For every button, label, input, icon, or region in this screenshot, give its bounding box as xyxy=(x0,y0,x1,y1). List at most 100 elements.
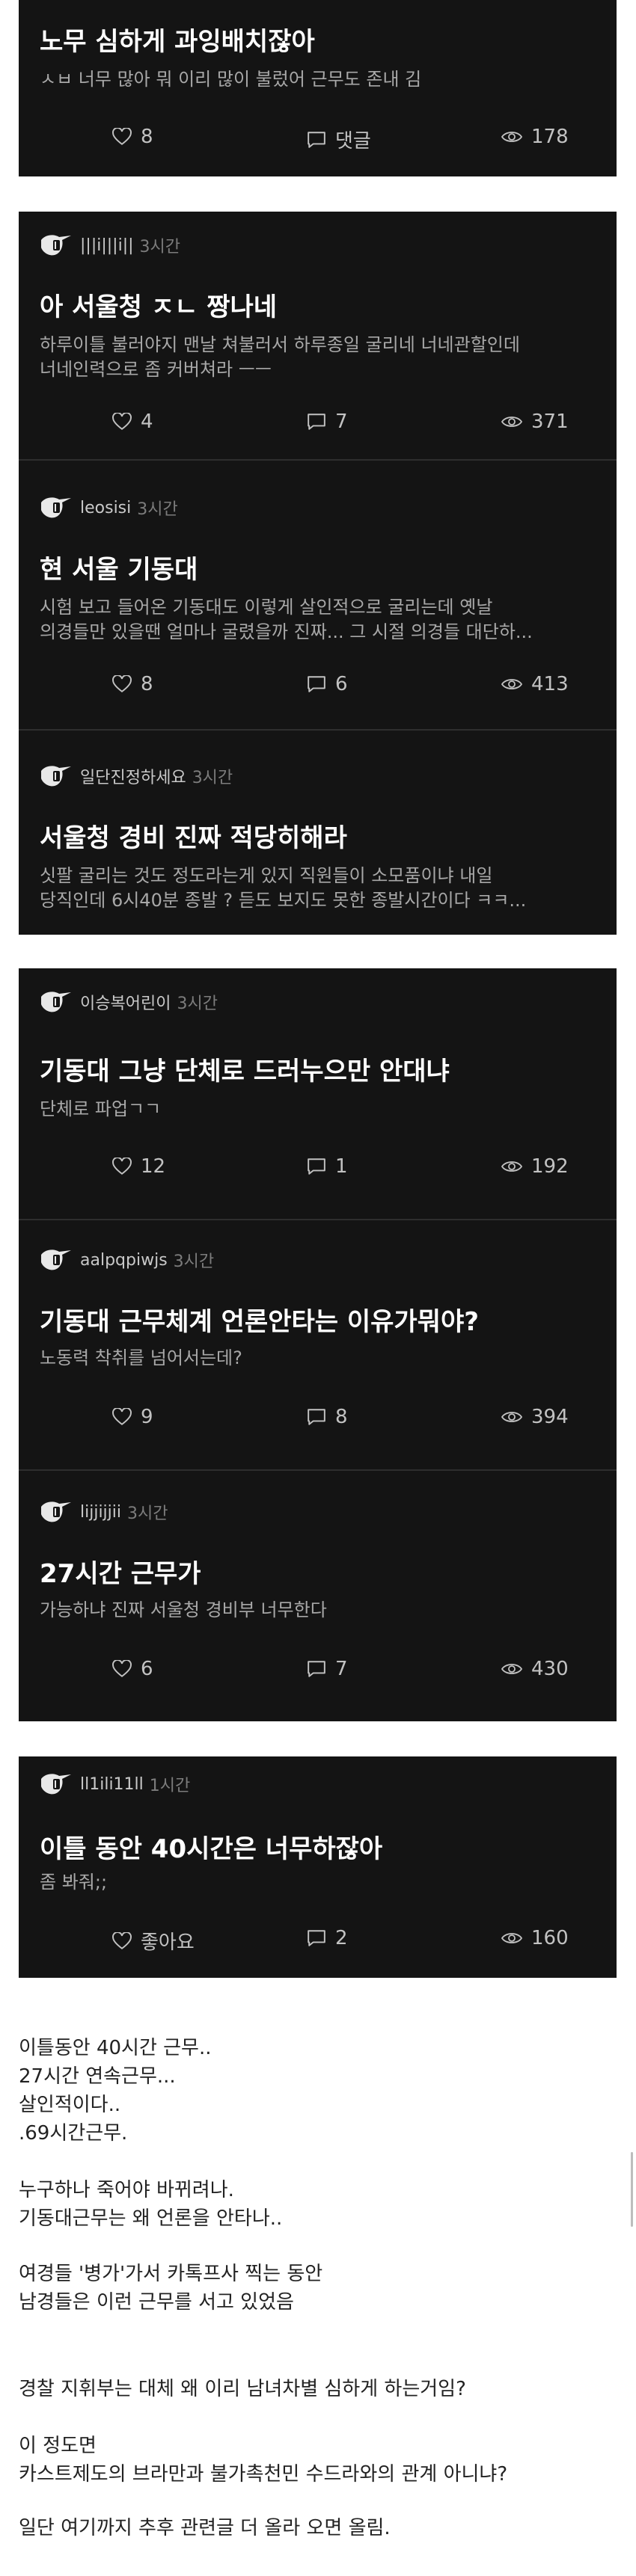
article-body: 일단 여기까지 추후 관련글 더 올라 오면 올림. xyxy=(19,2514,610,2542)
avatar xyxy=(40,1247,73,1273)
post-body-line: 너네인력으로 좀 커버쳐라 ㅡㅡ xyxy=(40,359,272,380)
post-meta: |||i|||i|| 3시간 xyxy=(40,233,180,258)
post-card[interactable]: ll1ili11ll 1시간 이틀 동안 40시간은 너무하잖아 좀 봐줘;; … xyxy=(19,1756,617,1978)
avatar-icon xyxy=(41,1249,71,1270)
post-title: 27시간 근무가 xyxy=(40,1559,201,1589)
view-count: 413 xyxy=(531,673,569,695)
like-button[interactable]: 8 xyxy=(112,673,153,695)
avatar-icon xyxy=(41,992,71,1012)
post-stats: 좋아요 2 160 xyxy=(19,1927,617,1957)
eye-icon xyxy=(501,679,522,689)
post-title: 노무 심하게 과잉배치잖아 xyxy=(40,27,315,57)
post-card-block-2: |||i|||i|| 3시간 아 서울청 ㅈㄴ 짱나네 하루이틀 불러야지 맨날… xyxy=(19,212,617,935)
post-card[interactable]: leosisi 3시간 현 서울 기동대 시험 보고 들어온 기동대도 이렇게 … xyxy=(19,459,617,731)
avatar xyxy=(40,989,73,1015)
view-counter: 178 xyxy=(501,126,569,148)
post-author[interactable]: |||i|||i|| xyxy=(80,236,134,255)
comment-icon xyxy=(308,676,325,692)
scrollbar[interactable] xyxy=(631,2152,633,2227)
article-line: 이 정도면 xyxy=(19,2435,97,2457)
post-time: 3시간 xyxy=(177,995,218,1013)
comment-count: 7 xyxy=(335,1658,348,1680)
post-card[interactable]: 노무 심하게 과잉배치잖아 ㅅㅂ 너무 많아 뭐 이리 많이 불렀어 근무도 존… xyxy=(19,0,617,176)
post-author[interactable]: ll1ili11ll xyxy=(80,1775,144,1794)
avatar xyxy=(40,1499,73,1525)
comment-button[interactable]: 1 xyxy=(307,1155,348,1178)
view-counter: 160 xyxy=(501,1927,569,1949)
like-button[interactable]: 6 xyxy=(112,1658,153,1680)
post-author[interactable]: lijjijjii xyxy=(80,1503,121,1522)
post-author[interactable]: 일단진정하세요 xyxy=(80,764,186,788)
like-button[interactable]: 9 xyxy=(112,1406,153,1428)
like-count: 8 xyxy=(141,126,153,148)
comment-icon xyxy=(308,1930,325,1946)
article-line: 누구하나 죽어야 바뀌려나. xyxy=(19,2179,234,2201)
post-title: 기동대 그냥 단체로 드러누으만 안대냐 xyxy=(40,1057,450,1086)
eye-icon xyxy=(501,132,522,142)
post-card[interactable]: 이승복어린이 3시간 기동대 그냥 단체로 드러누으만 안대냐 단체로 파업ㄱㄱ… xyxy=(19,968,617,1219)
heart-icon xyxy=(112,1158,132,1175)
article-line: 카스트제도의 브라만과 불가촉천민 수드라와의 관계 아니냐? xyxy=(19,2463,508,2486)
post-body: 가능하냐 진짜 서울청 경비부 너무한다 xyxy=(40,1599,327,1620)
avatar-icon xyxy=(41,766,71,787)
post-time: 3시간 xyxy=(173,1252,215,1271)
comment-button[interactable]: 6 xyxy=(307,673,348,695)
comment-button[interactable]: 7 xyxy=(307,411,348,433)
post-card[interactable]: lijjijjii 3시간 27시간 근무가 가능하냐 진짜 서울청 경비부 너… xyxy=(19,1469,617,1721)
post-time: 3시간 xyxy=(137,500,178,519)
post-body: 좀 봐줘;; xyxy=(40,1872,108,1893)
post-card[interactable]: 일단진정하세요 3시간 서울청 경비 진짜 적당히해라 싯팔 굴리는 것도 정도… xyxy=(19,729,617,935)
post-title: 이틀 동안 40시간은 너무하잖아 xyxy=(40,1834,383,1864)
comment-button[interactable]: 2 xyxy=(307,1927,348,1949)
like-button[interactable]: 좋아요 xyxy=(112,1927,195,1955)
article-line: .69시간근무. xyxy=(19,2122,128,2145)
post-card[interactable]: aalpqpiwjs 3시간 기동대 근무체계 언론안타는 이유가뭐야? 노동력… xyxy=(19,1219,617,1471)
post-body: 노동력 착취를 넘어서는데? xyxy=(40,1347,242,1368)
post-meta: ll1ili11ll 1시간 xyxy=(40,1771,190,1797)
comment-count: 댓글 xyxy=(335,130,371,153)
post-stats: 8 6 413 xyxy=(19,673,617,703)
article-line: 여경들 '병가'가서 카톡프사 찍는 동안 xyxy=(19,2263,323,2285)
post-time: 3시간 xyxy=(192,769,233,787)
comment-icon xyxy=(308,1661,325,1677)
comment-icon xyxy=(308,1158,325,1175)
post-meta: 이승복어린이 3시간 xyxy=(40,989,218,1015)
like-button[interactable]: 4 xyxy=(112,411,153,433)
like-count: 8 xyxy=(141,673,153,695)
like-button[interactable]: 12 xyxy=(112,1155,165,1178)
view-counter: 371 xyxy=(501,411,569,433)
post-title: 기동대 근무체계 언론안타는 이유가뭐야? xyxy=(40,1307,479,1337)
view-counter: 430 xyxy=(501,1658,569,1680)
avatar-icon xyxy=(41,497,71,518)
comment-button[interactable]: 7 xyxy=(307,1658,348,1680)
post-body-line: 하루이틀 불러야지 맨날 쳐불러서 하루종일 굴리네 너네관할인데 xyxy=(40,334,520,355)
like-count: 9 xyxy=(141,1406,153,1428)
post-time: 1시간 xyxy=(149,1777,191,1795)
like-count: 6 xyxy=(141,1658,153,1680)
post-author[interactable]: aalpqpiwjs xyxy=(80,1251,168,1270)
heart-icon xyxy=(112,1931,132,1949)
post-stats: 4 7 371 xyxy=(19,411,617,440)
like-button[interactable]: 8 xyxy=(112,126,153,148)
post-card[interactable]: |||i|||i|| 3시간 아 서울청 ㅈㄴ 짱나네 하루이틀 불러야지 맨날… xyxy=(19,212,617,459)
post-title: 서울청 경비 진짜 적당히해라 xyxy=(40,823,347,853)
post-author[interactable]: leosisi xyxy=(80,499,131,517)
comment-button[interactable]: 8 xyxy=(307,1406,348,1428)
eye-icon xyxy=(501,1161,522,1172)
view-count: 192 xyxy=(531,1155,569,1178)
comment-icon xyxy=(308,1409,325,1425)
post-author[interactable]: 이승복어린이 xyxy=(80,990,171,1014)
heart-icon xyxy=(112,1408,132,1425)
view-counter: 413 xyxy=(501,673,569,695)
post-meta: lijjijjii 3시간 xyxy=(40,1499,168,1525)
avatar xyxy=(40,495,73,520)
view-counter: 394 xyxy=(501,1406,569,1428)
post-card-block-1: 노무 심하게 과잉배치잖아 ㅅㅂ 너무 많아 뭐 이리 많이 불렀어 근무도 존… xyxy=(19,0,617,176)
article-line: 기동대근무는 왜 언론을 안타나.. xyxy=(19,2207,283,2230)
post-meta: aalpqpiwjs 3시간 xyxy=(40,1247,214,1273)
post-body-line: 시험 보고 들어온 기동대도 이렇게 살인적으로 굴리는데 옛날 xyxy=(40,597,493,618)
avatar xyxy=(40,233,73,258)
post-stats: 6 7 430 xyxy=(19,1658,617,1688)
comment-button[interactable]: 댓글 xyxy=(307,126,371,153)
article-line: 살인적이다.. xyxy=(19,2094,121,2116)
